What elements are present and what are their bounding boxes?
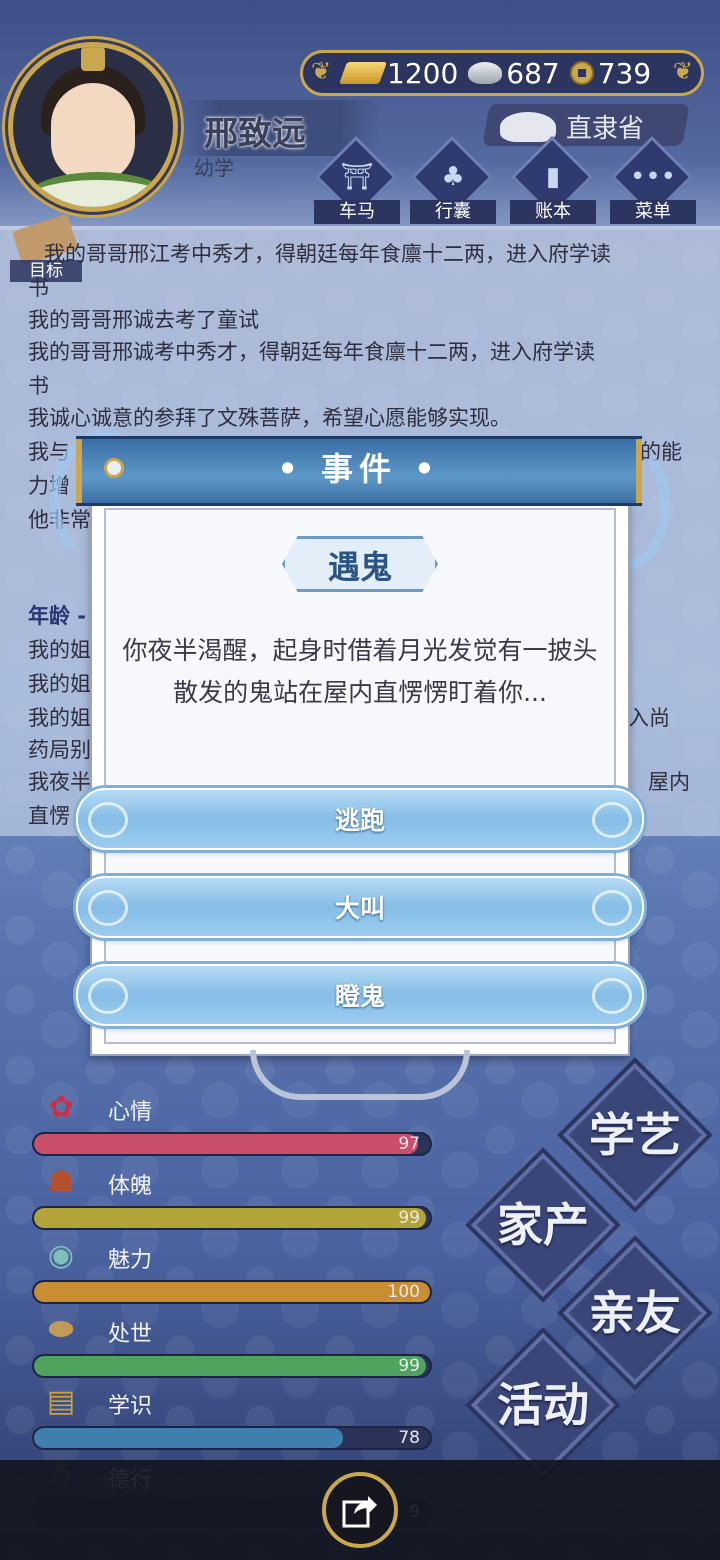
hat-icon (500, 112, 556, 142)
flower-icon: ✿ (48, 1089, 74, 1125)
choice-button-shout[interactable]: 大叫 (76, 876, 644, 938)
stat-bar-charm: 100 (32, 1280, 432, 1304)
copper-coin-icon (569, 61, 594, 85)
mirror-icon: ◉ (47, 1237, 75, 1273)
menu-button-ledger[interactable]: ▮ 账本 (510, 135, 596, 226)
coin-currency: 739 (569, 56, 652, 90)
player-name: 邢致远 (204, 114, 306, 154)
share-button[interactable] (322, 1472, 398, 1548)
choice-button-glare[interactable]: 瞪鬼 (76, 964, 644, 1026)
choice-label: 逃跑 (334, 806, 385, 835)
drum-icon: ☗ (47, 1163, 75, 1199)
log-line: 书 (28, 374, 49, 398)
stat-value: 78 (398, 1428, 420, 1448)
menu-button-bag[interactable]: ♣ 行囊 (410, 135, 496, 226)
stat-bar-worldliness: 99 (32, 1354, 432, 1378)
menu-button-carriage[interactable]: ⛩ 车马 (314, 135, 400, 226)
ledger-icon: ▮ (545, 162, 561, 192)
avatar-face (51, 83, 135, 183)
stat-value: 99 (398, 1356, 420, 1376)
stat-value: 99 (398, 1208, 420, 1228)
log-line: 书 (28, 276, 49, 300)
log-line: 直愣 (28, 804, 70, 828)
log-line: 我的姐 (28, 706, 91, 730)
stat-bar-mood: 97 (32, 1132, 432, 1156)
log-line: 我夜半 (28, 770, 91, 794)
stat-fill (34, 1282, 430, 1302)
cloud-swirl-icon (88, 890, 128, 926)
cloud-swirl-icon (88, 802, 128, 838)
shoes-icon: ⬬ (48, 1311, 74, 1347)
log-line: 我的哥哥邢诚去考了童试 (28, 308, 259, 332)
gold-currency: 1200 (338, 56, 459, 90)
action-label: 活动 (497, 1378, 589, 1432)
event-dialog-title: • 事件 • (277, 450, 441, 488)
log-line: 入尚 (628, 706, 670, 730)
coin-amount: 739 (597, 56, 652, 90)
log-line: 药局别 (28, 738, 91, 762)
more-icon: ••• (630, 162, 677, 192)
menu-label: 行囊 (410, 200, 496, 224)
cloud-swirl-icon (592, 802, 632, 838)
currency-bar: ❦ 1200 687 739 ❦ (300, 50, 704, 96)
cloud-swirl-icon (592, 890, 632, 926)
bamboo-ornament-icon: ❦ (672, 57, 693, 85)
avatar-robe (23, 172, 173, 207)
menu-label: 菜单 (610, 200, 696, 224)
stat-label-knowledge: 学识 (108, 1394, 153, 1419)
stat-fill (34, 1134, 419, 1154)
player-life-stage: 幼学 (194, 156, 234, 180)
log-line: 屋内 (648, 770, 690, 794)
log-line: 我的哥哥邢江考中秀才，得朝廷每年食廪十二两，进入府学读 (44, 242, 611, 266)
silver-amount: 687 (506, 56, 560, 90)
menu-label: 账本 (510, 200, 596, 224)
menu-button-more[interactable]: ••• 菜单 (610, 135, 696, 226)
player-avatar[interactable] (8, 42, 178, 212)
dialog-bottom-ornament (250, 1050, 470, 1100)
silver-currency: 687 (468, 56, 560, 90)
stat-bar-knowledge: 78 (32, 1426, 432, 1450)
gold-ingot-icon (338, 62, 388, 84)
carriage-icon: ⛩ (340, 162, 374, 192)
cloud-swirl-icon (592, 978, 632, 1014)
stat-fill (34, 1356, 427, 1376)
menu-label: 车马 (314, 200, 400, 224)
log-line: 我的哥哥邢诚考中秀才，得朝廷每年食廪十二两，进入府学读 (28, 340, 595, 364)
bamboo-ornament-icon: ❦ (311, 57, 332, 85)
stat-value: 97 (398, 1134, 420, 1154)
silver-ingot-icon (468, 62, 503, 84)
stat-fill (34, 1208, 427, 1228)
stat-fill (34, 1428, 343, 1448)
bag-icon: ♣ (441, 162, 465, 192)
gold-amount: 1200 (387, 56, 459, 90)
stat-label-mood: 心情 (108, 1100, 153, 1125)
stat-bar-physique: 99 (32, 1206, 432, 1230)
choice-label: 瞪鬼 (334, 982, 385, 1011)
location-name: 直隶省 (566, 114, 645, 144)
log-line: 我的姐 (28, 638, 91, 662)
stat-label-charm: 魅力 (108, 1248, 153, 1273)
avatar-hair-ornament (81, 47, 105, 71)
age-header: 年龄 - (28, 604, 87, 628)
books-icon: ▤ (46, 1383, 76, 1419)
choice-label: 大叫 (334, 894, 385, 923)
action-button-activities[interactable]: 活动 (468, 1330, 618, 1480)
log-line: 我的姐 (28, 672, 91, 696)
share-icon (342, 1496, 377, 1528)
cloud-swirl-icon (88, 978, 128, 1014)
stat-value: 100 (387, 1282, 420, 1302)
stat-label-physique: 体魄 (108, 1174, 153, 1199)
event-description: 你夜半渴醒，起身时借着月光发觉有一披头散发的鬼站在屋内直愣愣盯着你... (122, 636, 598, 707)
event-name: 遇鬼 (327, 548, 392, 586)
choice-button-run[interactable]: 逃跑 (76, 788, 644, 850)
stat-label-worldliness: 处世 (108, 1322, 153, 1347)
